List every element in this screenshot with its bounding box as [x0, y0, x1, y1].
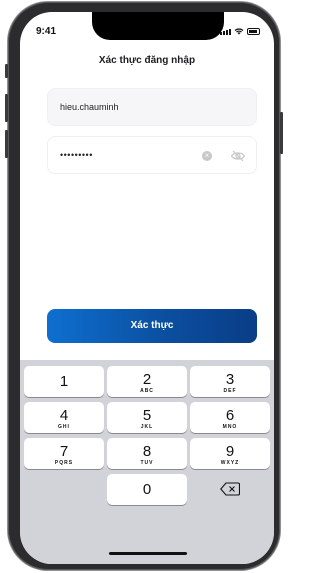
key-number: 1 [59, 373, 69, 390]
key-4[interactable]: 4 GHI [24, 402, 104, 433]
key-5[interactable]: 5 JKL [107, 402, 187, 433]
key-number: 2 [142, 371, 152, 388]
key-letters: ABC [140, 388, 154, 394]
status-time: 9:41 [36, 26, 57, 37]
key-number: 6 [225, 407, 235, 424]
key-letters: GHI [58, 424, 70, 430]
volume-down-button [5, 130, 8, 158]
password-value: ••••••••• [60, 150, 93, 160]
status-icons [220, 27, 260, 35]
key-letters: MNO [222, 424, 238, 430]
key-letters: DEF [223, 388, 237, 394]
password-field[interactable]: ••••••••• × [47, 136, 257, 174]
key-1[interactable]: 1 [24, 366, 104, 397]
battery-icon [247, 28, 260, 35]
wifi-icon [234, 28, 244, 35]
key-2[interactable]: 2 ABC [107, 366, 187, 397]
key-number: 9 [225, 443, 235, 460]
key-letters: PQRS [54, 460, 74, 466]
key-7[interactable]: 7 PQRS [24, 438, 104, 469]
username-value: hieu.chauminh [60, 102, 119, 112]
key-8[interactable]: 8 TUV [107, 438, 187, 469]
key-number: 7 [59, 443, 69, 460]
screen: 9:41 Xác thực đăng nhập hieu.chauminh ••… [20, 12, 274, 564]
power-button [280, 112, 283, 154]
page-title: Xác thực đăng nhập [98, 55, 196, 66]
key-0[interactable]: 0 [107, 474, 187, 505]
key-3[interactable]: 3 DEF [190, 366, 270, 397]
key-number: 5 [142, 407, 152, 424]
numeric-keypad: 1 2 ABC 3 DEF 4 GHI 5 JKL 6 MNO 7 PQRS 8… [20, 360, 274, 564]
clear-icon[interactable]: × [202, 151, 212, 161]
backspace-key[interactable] [190, 474, 270, 505]
key-6[interactable]: 6 MNO [190, 402, 270, 433]
volume-up-button [5, 94, 8, 122]
home-indicator[interactable] [109, 552, 187, 555]
notch [92, 12, 224, 40]
eye-off-icon[interactable] [230, 149, 246, 163]
key-letters: JKL [140, 424, 154, 430]
username-field[interactable]: hieu.chauminh [47, 88, 257, 126]
key-number: 3 [225, 371, 235, 388]
key-number: 4 [59, 407, 69, 424]
key-letters: WXYZ [220, 460, 240, 466]
key-number: 0 [142, 481, 152, 498]
key-letters: TUV [140, 460, 154, 466]
key-9[interactable]: 9 WXYZ [190, 438, 270, 469]
signal-icon [220, 29, 231, 35]
key-number: 8 [142, 443, 152, 460]
backspace-icon [220, 482, 240, 496]
mute-switch [5, 64, 8, 78]
submit-button[interactable]: Xác thực [47, 309, 257, 343]
